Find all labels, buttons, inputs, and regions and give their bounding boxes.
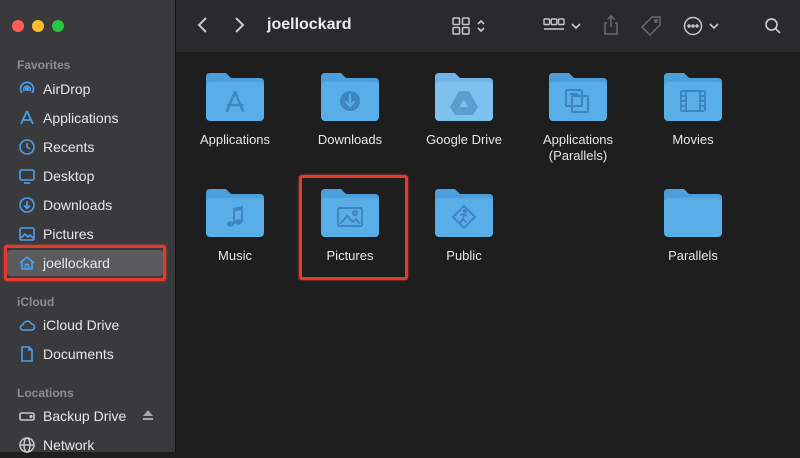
search-icon <box>765 18 781 34</box>
folder-item-downloads[interactable]: Downloads <box>295 68 405 148</box>
downloads-icon <box>18 196 36 214</box>
sidebar-item-label: Network <box>43 437 95 453</box>
file-label: Downloads <box>317 132 383 147</box>
search-button[interactable] <box>764 17 782 35</box>
ellipsis-circle-icon <box>683 16 703 36</box>
sidebar-item-recents[interactable]: Recents <box>6 134 164 160</box>
sidebar-item-backup-drive[interactable]: Backup Drive <box>6 403 164 429</box>
sidebar-item-label: Backup Drive <box>43 408 127 424</box>
minimize-button[interactable] <box>32 20 44 32</box>
group-button[interactable] <box>543 17 582 35</box>
sidebar-item-label: Pictures <box>43 226 94 242</box>
chevron-down-icon <box>571 23 581 30</box>
folder-item-parallels[interactable]: Parallels <box>638 184 748 264</box>
annotation-highlight-pictures <box>299 175 408 280</box>
tag-button[interactable] <box>640 15 662 37</box>
folder-parallels-applications-icon <box>549 73 607 121</box>
back-button[interactable] <box>196 15 210 35</box>
zoom-button[interactable] <box>52 20 64 32</box>
file-label: Applications <box>199 132 271 147</box>
more-actions-button[interactable] <box>683 16 720 36</box>
window-controls <box>12 20 64 32</box>
sidebar-item-icloud-drive[interactable]: iCloud Drive <box>6 312 164 338</box>
window-title: joellockard <box>267 16 352 33</box>
chevron-right-icon <box>235 17 245 33</box>
folder-movies-icon <box>664 73 722 121</box>
annotation-highlight-sidebar <box>4 245 166 281</box>
network-icon <box>18 436 36 454</box>
tag-icon <box>640 16 661 37</box>
file-label: Movies <box>672 132 714 147</box>
folder-item-public[interactable]: Public <box>409 184 519 264</box>
sidebar: Favorites AirDrop Applications Recents D… <box>0 0 176 453</box>
sidebar-item-documents[interactable]: Documents <box>6 341 164 367</box>
sidebar-item-downloads[interactable]: Downloads <box>6 192 164 218</box>
share-button[interactable] <box>602 14 620 36</box>
chevron-left-icon <box>197 17 207 33</box>
sidebar-item-label: Desktop <box>43 168 95 184</box>
share-icon <box>604 14 618 35</box>
toolbar: joellockard <box>176 0 800 52</box>
folder-downloads-icon <box>321 73 379 121</box>
folder-item-applications-parallels[interactable]: Applications (Parallels) <box>523 68 633 164</box>
document-icon <box>18 345 36 363</box>
file-label: Public <box>446 248 482 263</box>
file-label: Applications (Parallels) <box>542 132 614 163</box>
eject-icon[interactable] <box>142 408 154 424</box>
sidebar-item-label: Applications <box>43 110 119 126</box>
favorites-section-title: Favorites <box>17 58 71 72</box>
sidebar-item-label: Downloads <box>43 197 113 213</box>
grid-view-icon <box>452 17 470 35</box>
file-grid: Applications Downloads Google Drive Appl… <box>176 52 800 452</box>
file-label: Music <box>218 248 252 263</box>
airdrop-icon <box>18 80 36 98</box>
folder-item-google-drive[interactable]: Google Drive <box>409 68 519 148</box>
group-icon <box>543 18 565 30</box>
close-button[interactable] <box>12 20 24 32</box>
chevron-down-icon <box>709 23 719 30</box>
sidebar-item-label: iCloud Drive <box>43 317 120 333</box>
folder-item-movies[interactable]: Movies <box>638 68 748 148</box>
folder-item-music[interactable]: Music <box>180 184 290 264</box>
folder-icon <box>664 189 722 237</box>
locations-section-title: Locations <box>17 386 74 400</box>
folder-applications-icon <box>206 73 264 121</box>
view-mode-button[interactable] <box>451 16 487 36</box>
icloud-section-title: iCloud <box>17 295 55 309</box>
desktop-icon <box>18 167 36 185</box>
sidebar-item-network[interactable]: Network <box>6 432 164 458</box>
recents-icon <box>18 138 36 156</box>
sidebar-item-label: Recents <box>43 139 95 155</box>
folder-google-drive-icon <box>435 73 493 121</box>
file-label: Parallels <box>668 248 718 263</box>
folder-item-applications[interactable]: Applications <box>180 68 290 148</box>
folder-public-icon <box>435 189 493 237</box>
chevron-updown-icon <box>477 19 485 33</box>
sidebar-item-applications[interactable]: Applications <box>6 105 164 131</box>
folder-music-icon <box>206 189 264 237</box>
applications-icon <box>18 109 36 127</box>
file-label: Google Drive <box>426 132 502 147</box>
forward-button[interactable] <box>232 15 246 35</box>
cloud-icon <box>18 316 36 334</box>
sidebar-item-pictures[interactable]: Pictures <box>6 221 164 247</box>
sidebar-item-airdrop[interactable]: AirDrop <box>6 76 164 102</box>
drive-icon <box>18 407 36 425</box>
sidebar-item-desktop[interactable]: Desktop <box>6 163 164 189</box>
sidebar-item-label: AirDrop <box>43 81 91 97</box>
pictures-icon <box>18 225 36 243</box>
sidebar-item-label: Documents <box>43 346 114 362</box>
